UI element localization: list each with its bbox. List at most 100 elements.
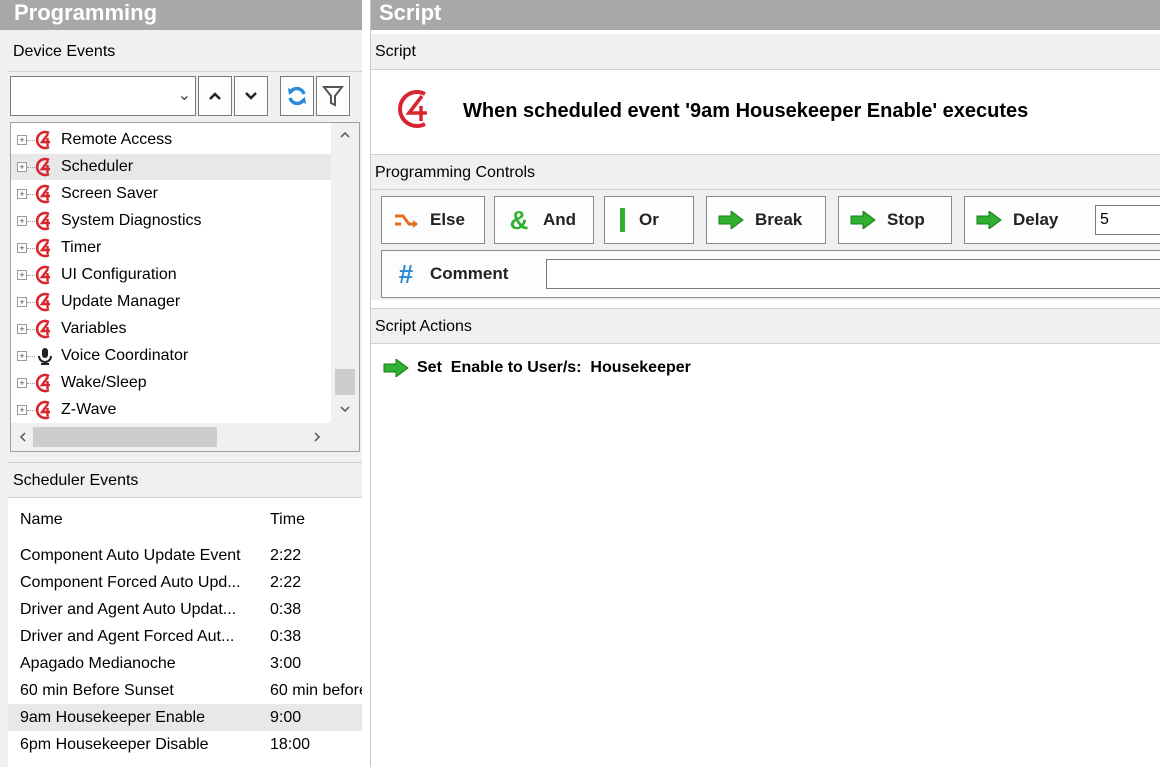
tree-item[interactable]: + Voice Coordinator [11, 343, 331, 369]
programming-panel: Programming Device Events ⌄ + Remote Acce [0, 0, 362, 767]
scheduler-event-row[interactable]: Apagado Medianoche 3:00 [8, 650, 362, 677]
tree-item[interactable]: + Z-Wave [11, 397, 331, 423]
comment-button[interactable]: # Comment [381, 250, 1160, 298]
scheduler-events-list: Name Time Component Auto Update Event 2:2… [8, 498, 362, 767]
event-name: Apagado Medianoche [20, 654, 176, 672]
tree-connector [27, 355, 35, 357]
event-time: 18:00 [270, 735, 311, 753]
move-down-button[interactable] [234, 76, 268, 116]
tree-connector [27, 220, 35, 222]
event-time: 0:38 [270, 600, 302, 618]
tree-vertical-scrollbar[interactable] [331, 123, 359, 423]
expand-icon[interactable]: + [17, 162, 27, 172]
c4-logo-icon [35, 319, 50, 339]
refresh-button[interactable] [280, 76, 314, 116]
event-name: 60 min Before Sunset [20, 681, 174, 699]
delay-label: Delay [1013, 210, 1059, 229]
scroll-left-icon[interactable] [19, 432, 27, 442]
chevron-down-icon [245, 92, 257, 100]
and-label: And [543, 210, 577, 229]
c4-logo-icon [35, 238, 50, 258]
tree-item-label: Update Manager [61, 293, 181, 310]
programming-panel-title: Programming [0, 0, 362, 30]
green-arrow-icon [975, 209, 1003, 231]
delay-input[interactable] [1095, 205, 1160, 235]
break-button[interactable]: Break [706, 196, 826, 244]
refresh-icon [288, 86, 306, 106]
scheduler-event-row[interactable]: Component Auto Update Event 2:22 [8, 542, 362, 569]
green-arrow-icon [717, 209, 745, 231]
expand-icon[interactable]: + [17, 324, 27, 334]
scheduler-event-row[interactable]: Driver and Agent Auto Updat... 0:38 [8, 596, 362, 623]
hash-icon: # [398, 258, 414, 289]
scheduler-event-row[interactable]: 9am Housekeeper Enable 9:00 [8, 704, 362, 731]
tree-connector [27, 193, 35, 195]
tree-item[interactable]: + System Diagnostics [11, 208, 331, 234]
script-header: Script [371, 34, 1160, 70]
ampersand-icon: & [509, 204, 529, 235]
tree-horizontal-scrollbar[interactable] [11, 423, 359, 451]
delay-button[interactable]: Delay [964, 196, 1160, 244]
event-time: 9:00 [270, 708, 302, 726]
script-actions-list: Set Enable to User/s: Housekeeper [371, 344, 1160, 767]
scroll-right-icon[interactable] [313, 432, 321, 442]
column-header-name[interactable]: Name [20, 511, 266, 529]
tree-item-label: Wake/Sleep [61, 374, 147, 391]
c4-logo-icon [398, 90, 427, 128]
expand-icon[interactable]: + [17, 135, 27, 145]
event-time: 0:38 [270, 627, 302, 645]
or-label: Or [639, 210, 659, 229]
expand-icon[interactable]: + [17, 378, 27, 388]
tree-hscroll-thumb[interactable] [33, 427, 217, 447]
tree-item[interactable]: + Wake/Sleep [11, 370, 331, 396]
tree-item[interactable]: + UI Configuration [11, 262, 331, 288]
event-time: 3:00 [270, 654, 302, 672]
tree-item-label: System Diagnostics [61, 212, 202, 229]
script-action[interactable]: Set Enable to User/s: Housekeeper [383, 356, 691, 380]
device-events-combo[interactable]: ⌄ [10, 76, 196, 116]
tree-item-label: Timer [61, 239, 102, 256]
tree-item[interactable]: + Screen Saver [11, 181, 331, 207]
c4-logo-icon [35, 184, 50, 204]
device-events-toolbar: ⌄ [8, 74, 360, 120]
expand-icon[interactable]: + [17, 216, 27, 226]
c4-logo-icon [35, 292, 50, 312]
event-name: Driver and Agent Forced Aut... [20, 627, 235, 645]
expand-icon[interactable]: + [17, 351, 27, 361]
and-button[interactable]: & And [494, 196, 594, 244]
tree-item[interactable]: + Scheduler [11, 154, 331, 180]
column-header-time[interactable]: Time [270, 511, 362, 529]
scheduler-event-row[interactable]: 60 min Before Sunset 60 min before [8, 677, 362, 704]
c4-logo-icon [35, 265, 50, 285]
expand-icon[interactable]: + [17, 270, 27, 280]
tree-item[interactable]: + Variables [11, 316, 331, 342]
filter-button[interactable] [316, 76, 350, 116]
script-actions-header: Script Actions [371, 308, 1160, 344]
scroll-down-icon[interactable] [340, 405, 350, 413]
stop-label: Stop [887, 210, 925, 229]
tree-scroll-thumb[interactable] [335, 369, 355, 395]
event-name: Driver and Agent Auto Updat... [20, 600, 237, 618]
scheduler-event-row[interactable]: Component Forced Auto Upd... 2:22 [8, 569, 362, 596]
expand-icon[interactable]: + [17, 297, 27, 307]
move-up-button[interactable] [198, 76, 232, 116]
scheduler-event-row[interactable]: 6pm Housekeeper Disable 18:00 [8, 731, 362, 758]
event-name: Component Auto Update Event [20, 546, 241, 564]
script-panel: Script Script When scheduled event '9am … [370, 0, 1160, 767]
tree-connector [27, 274, 35, 276]
tree-item[interactable]: + Update Manager [11, 289, 331, 315]
scheduler-event-row[interactable]: Driver and Agent Forced Aut... 0:38 [8, 623, 362, 650]
tree-item[interactable]: + Remote Access [11, 127, 331, 153]
scroll-up-icon[interactable] [340, 131, 350, 139]
expand-icon[interactable]: + [17, 243, 27, 253]
event-time: 2:22 [270, 573, 302, 591]
expand-icon[interactable]: + [17, 405, 27, 415]
tree-item[interactable]: + Timer [11, 235, 331, 261]
stop-button[interactable]: Stop [838, 196, 952, 244]
tree-item-label: Remote Access [61, 131, 173, 148]
comment-input[interactable] [546, 259, 1160, 289]
expand-icon[interactable]: + [17, 189, 27, 199]
else-button[interactable]: Else [381, 196, 485, 244]
green-arrow-icon [383, 359, 409, 377]
or-button[interactable]: Or [604, 196, 694, 244]
